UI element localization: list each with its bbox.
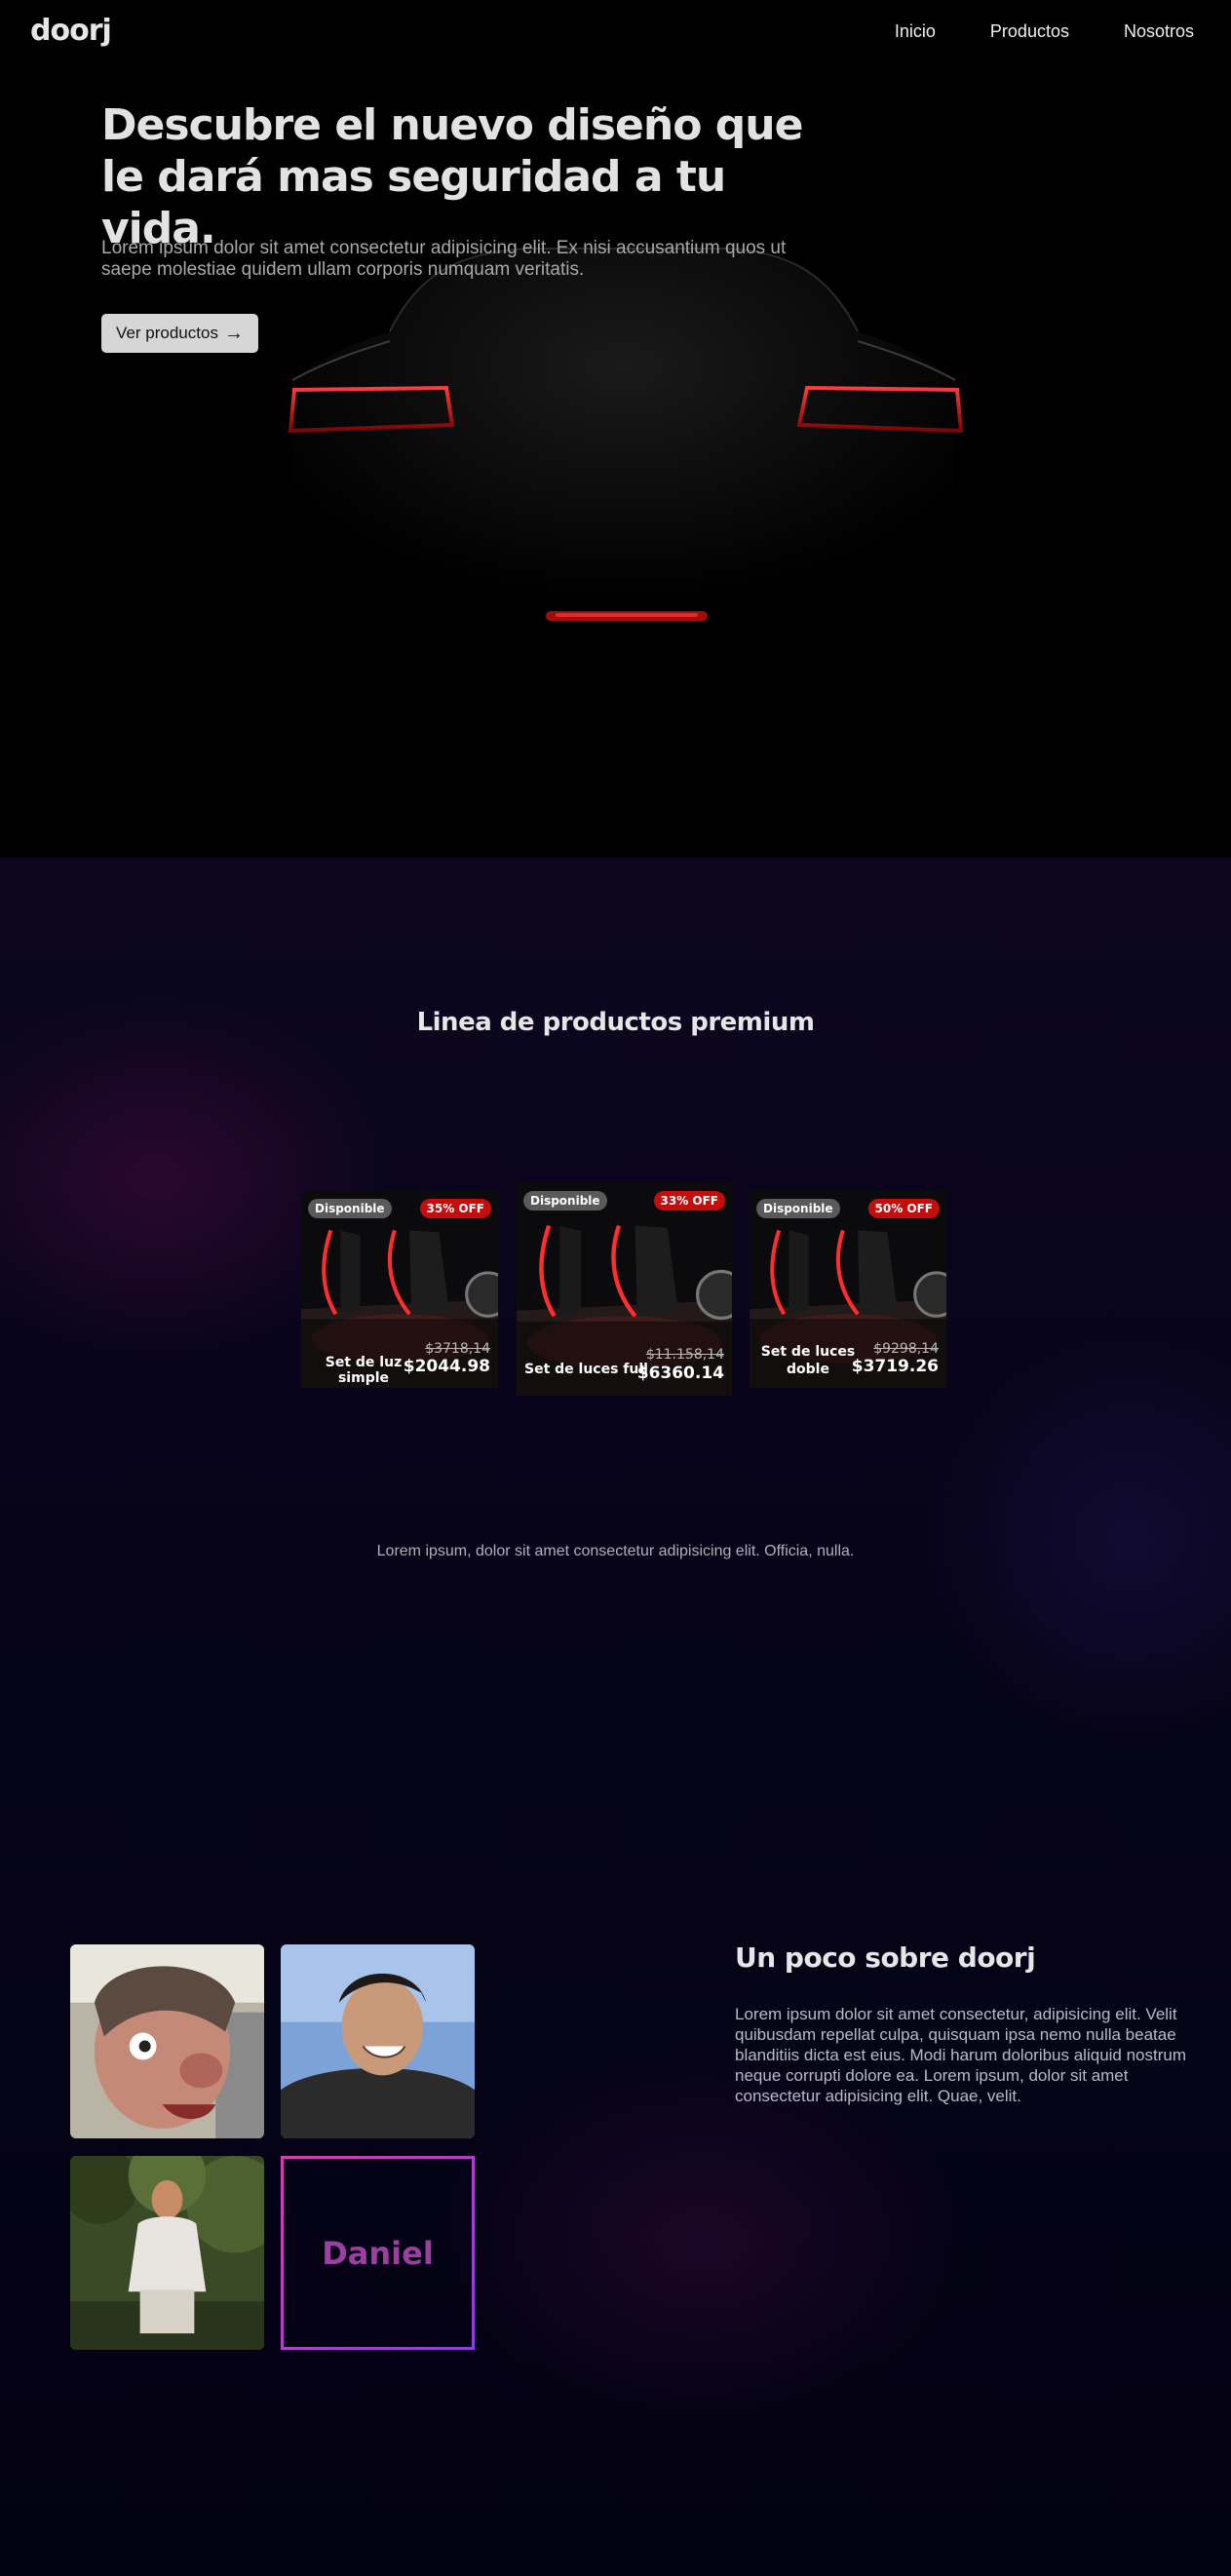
discount-badge: 33% OFF (653, 1191, 725, 1211)
product-name: Set de luces doble (760, 1344, 856, 1377)
product-old-price: $9298,14 (873, 1341, 939, 1357)
team-photo-image (70, 2156, 264, 2350)
about-title: Un poco sobre doorj (735, 1942, 1036, 1974)
brand-logo[interactable]: doorj (30, 14, 112, 48)
team-member-card[interactable]: Daniel (281, 2156, 475, 2350)
nav-link-inicio[interactable]: Inicio (895, 21, 936, 42)
hero-description: Lorem ipsum dolor sit amet consectetur a… (101, 238, 787, 280)
about-description: Lorem ipsum dolor sit amet consectetur, … (735, 2005, 1187, 2105)
product-name: Set de luces full (524, 1362, 648, 1377)
nav-links: Inicio Productos Nosotros (840, 21, 1194, 42)
availability-badge: Disponible (308, 1199, 392, 1218)
discount-badge: 50% OFF (867, 1199, 940, 1218)
view-products-button[interactable]: Ver productos → (101, 314, 258, 353)
product-old-price: $3718,14 (425, 1341, 490, 1357)
team-member-name: Daniel (322, 2234, 434, 2272)
product-price: $6360.14 (636, 1364, 724, 1383)
nav-link-productos[interactable]: Productos (990, 21, 1069, 42)
product-old-price: $11.158,14 (645, 1347, 724, 1363)
product-price: $2044.98 (403, 1357, 490, 1376)
hero-section: doorj Inicio Productos Nosotros Descubre… (0, 0, 1231, 858)
products-note: Lorem ipsum, dolor sit amet consectetur … (376, 1543, 855, 1559)
view-products-label: Ver productos (116, 324, 218, 342)
product-card[interactable]: Disponible 35% OFF Set de luz simple $37… (301, 1191, 498, 1388)
product-card[interactable]: Disponible 33% OFF Set de luces full $11… (517, 1183, 732, 1396)
team-photo (281, 1944, 475, 2138)
discount-badge: 35% OFF (419, 1199, 491, 1218)
products-title: Linea de productos premium (416, 1008, 815, 1037)
team-photo (70, 2156, 264, 2350)
hero-title: Descubre el nuevo diseño que le dará mas… (101, 100, 803, 253)
car-silhouette-image (288, 248, 964, 643)
team-photo (70, 1944, 264, 2138)
availability-badge: Disponible (756, 1199, 840, 1218)
team-photo-image (281, 1944, 475, 2138)
team-photo-image (70, 1944, 264, 2138)
nav-link-nosotros[interactable]: Nosotros (1124, 21, 1194, 42)
products-section: Linea de productos premium Disponible 35… (0, 858, 1231, 2576)
arrow-right-icon: → (223, 323, 244, 344)
top-navbar: doorj Inicio Productos Nosotros (0, 0, 1231, 68)
availability-badge: Disponible (523, 1191, 607, 1211)
product-price: $3719.26 (851, 1357, 939, 1376)
product-name: Set de luz simple (325, 1355, 403, 1386)
product-card[interactable]: Disponible 50% OFF Set de luces doble $9… (750, 1191, 946, 1388)
